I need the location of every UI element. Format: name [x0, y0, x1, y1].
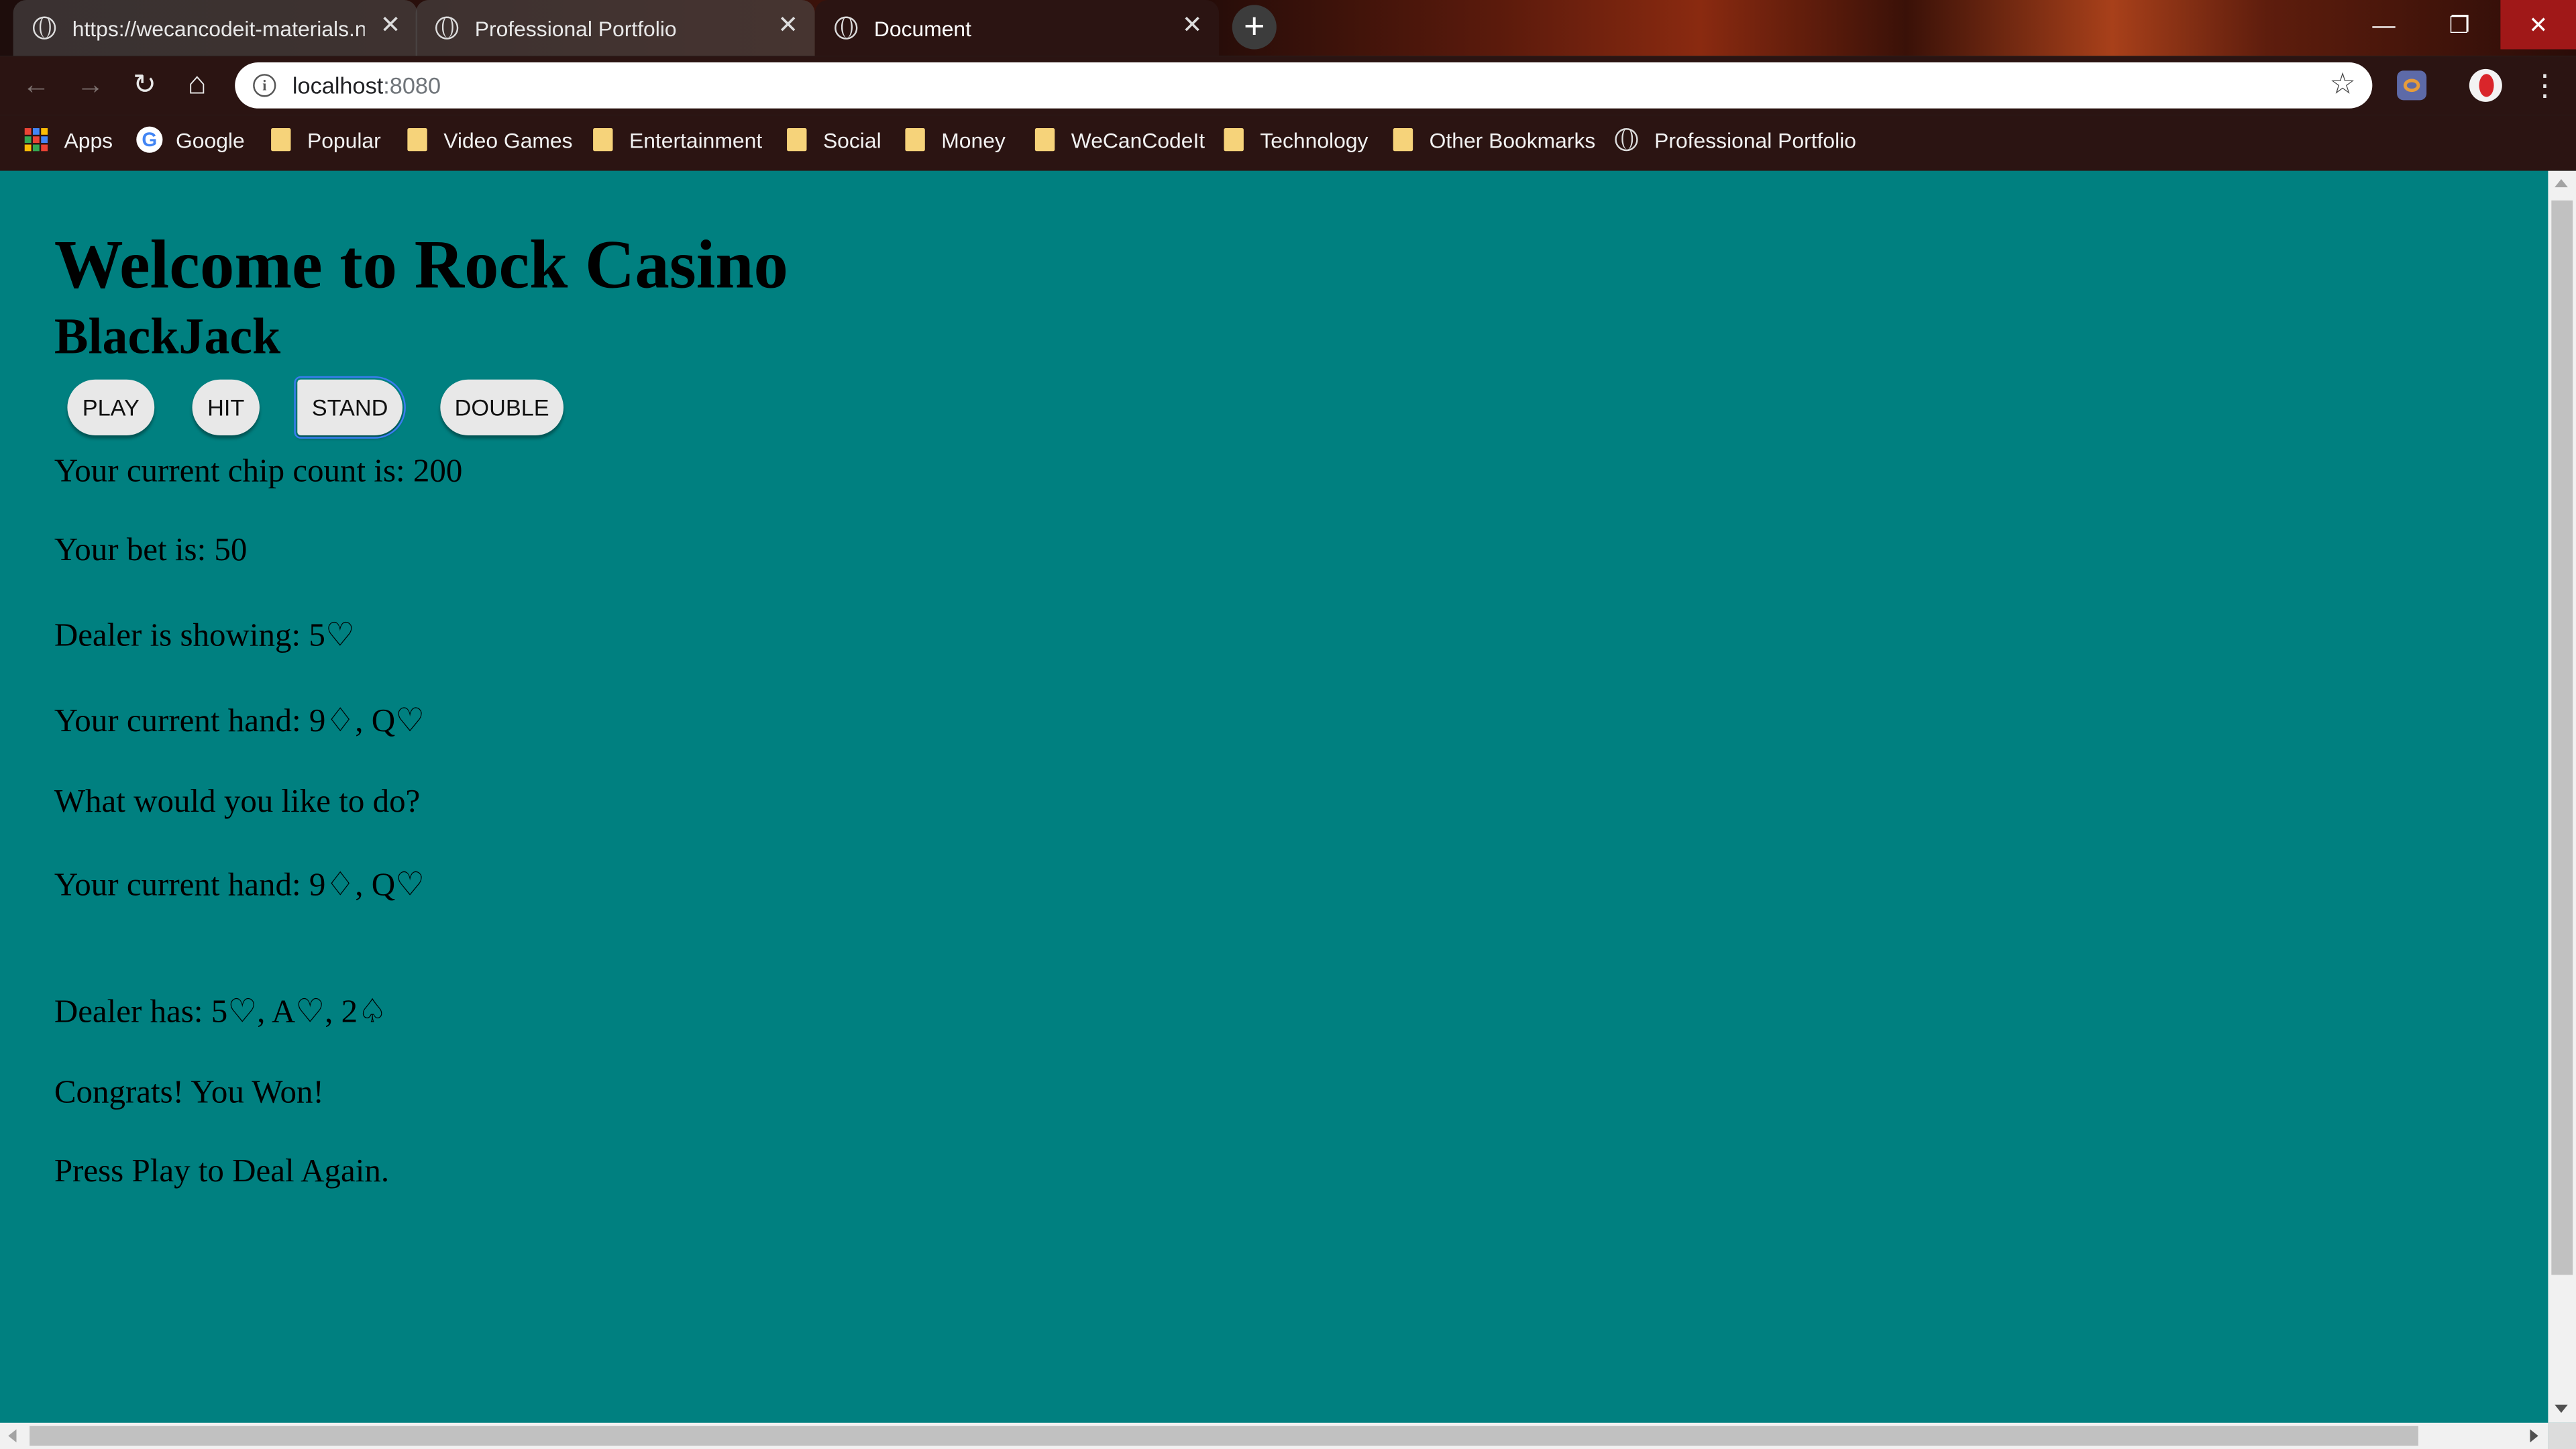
bookmark-apps[interactable]: Apps [24, 115, 113, 164]
game-title: BlackJack [54, 307, 281, 365]
folder-icon [787, 128, 807, 152]
tab-wecancodeit-materials[interactable]: https://wecancodeit-materials.ne ✕ [13, 0, 418, 56]
instruction-text: Press Play to Deal Again. [54, 1153, 390, 1190]
result-text: Congrats! You Won! [54, 1074, 324, 1111]
bookmark-technology[interactable]: Technology [1224, 115, 1368, 164]
play-button[interactable]: PLAY [67, 379, 155, 435]
browser-toolbar: ← → ↻ ⌂ i localhost:8080 ☆ ⋮ [0, 56, 2576, 115]
folder-icon [407, 128, 427, 152]
tab-professional-portfolio[interactable]: Professional Portfolio ✕ [415, 0, 815, 56]
bookmark-label: WeCanCodeIt [1071, 127, 1205, 152]
folder-icon [271, 128, 291, 152]
bookmark-social[interactable]: Social [787, 115, 881, 164]
current-hand-text: Your current hand: 9♢, Q♡ [54, 703, 425, 740]
menu-icon[interactable]: ⋮ [2530, 69, 2559, 102]
minimize-button[interactable]: — [2346, 0, 2422, 49]
url-host: localhost [292, 72, 384, 99]
bookmark-wecancodeit[interactable]: WeCanCodeIt [1034, 115, 1205, 164]
close-tab-icon[interactable]: ✕ [777, 12, 798, 40]
scroll-down-icon[interactable] [2555, 1404, 2568, 1413]
bookmark-label: Other Bookmarks [1429, 127, 1596, 152]
current-hand-text: Your current hand: 9♢, Q♡ [54, 867, 425, 904]
dealer-hand-text: Dealer has: 5♡, A♡, 2♤ [54, 994, 388, 1030]
tab-title: Document [873, 15, 971, 41]
address-url: localhost:8080 [292, 72, 441, 99]
profile-avatar[interactable] [2469, 68, 2502, 102]
folder-icon [593, 128, 613, 152]
folder-icon [1034, 128, 1055, 152]
extension-icon[interactable] [2397, 70, 2427, 101]
apps-grid-icon [24, 128, 48, 152]
bookmark-label: Apps [64, 127, 113, 152]
reload-icon[interactable]: ↻ [129, 70, 159, 100]
stand-button[interactable]: STAND [294, 376, 406, 439]
bookmark-google[interactable]: G Google [136, 115, 245, 164]
bookmark-label: Video Games [443, 127, 573, 152]
url-port: :8080 [383, 72, 441, 99]
close-tab-icon[interactable]: ✕ [1182, 12, 1203, 40]
globe-icon [835, 16, 858, 40]
scroll-right-icon[interactable] [2530, 1429, 2538, 1443]
bookmark-label: Google [176, 127, 245, 152]
chip-count-text: Your current chip count is: 200 [54, 453, 463, 490]
bookmark-label: Professional Portfolio [1654, 127, 1856, 152]
bookmark-label: Money [941, 127, 1006, 152]
google-icon: G [136, 126, 163, 153]
globe-icon [32, 16, 56, 40]
prompt-text: What would you like to do? [54, 784, 421, 820]
double-button[interactable]: DOUBLE [440, 379, 564, 435]
bookmark-video-games[interactable]: Video Games [407, 115, 573, 164]
forward-icon[interactable]: → [76, 70, 105, 100]
dealer-showing-text: Dealer is showing: 5♡ [54, 617, 355, 654]
folder-icon [1224, 128, 1244, 152]
new-tab-button[interactable]: + [1232, 5, 1277, 50]
tab-title: https://wecancodeit-materials.ne [72, 15, 365, 41]
browser-titlebar: https://wecancodeit-materials.ne ✕ Profe… [0, 0, 2576, 56]
bookmark-professional-portfolio[interactable]: Professional Portfolio [1615, 115, 1856, 164]
restore-button[interactable]: ❐ [2422, 0, 2498, 49]
scroll-left-icon[interactable] [8, 1429, 17, 1443]
page-title: Welcome to Rock Casino [54, 228, 789, 305]
folder-icon [905, 128, 925, 152]
globe-icon [1615, 128, 1638, 152]
info-icon[interactable]: i [253, 74, 276, 97]
close-window-button[interactable]: ✕ [2500, 0, 2576, 50]
bet-text: Your bet is: 50 [54, 532, 248, 569]
bookmark-star-icon[interactable]: ☆ [2329, 67, 2356, 101]
scroll-up-icon[interactable] [2555, 178, 2568, 188]
bookmark-money[interactable]: Money [905, 115, 1006, 164]
bookmark-label: Entertainment [629, 127, 763, 152]
bookmark-label: Technology [1260, 127, 1368, 152]
home-icon[interactable]: ⌂ [182, 69, 212, 101]
tab-document[interactable]: Document ✕ [814, 0, 1220, 56]
scrollbar-corner [2548, 1422, 2576, 1449]
page-content: Welcome to Rock Casino BlackJack PLAY HI… [0, 170, 2548, 1423]
vertical-scrollbar[interactable] [2548, 170, 2576, 1423]
bookmark-label: Social [822, 127, 881, 152]
address-bar[interactable]: i localhost:8080 ☆ [235, 62, 2373, 109]
vertical-scroll-thumb[interactable] [2551, 200, 2573, 1275]
folder-icon [1393, 128, 1413, 152]
horizontal-scrollbar[interactable] [0, 1422, 2548, 1449]
tab-title: Professional Portfolio [474, 15, 677, 41]
bookmark-other-bookmarks[interactable]: Other Bookmarks [1393, 115, 1596, 164]
bookmarks-bar: Apps G Google Popular Video Games Entert… [0, 115, 2576, 171]
bookmark-popular[interactable]: Popular [271, 115, 381, 164]
hit-button[interactable]: HIT [192, 379, 260, 435]
bookmark-entertainment[interactable]: Entertainment [593, 115, 762, 164]
close-tab-icon[interactable]: ✕ [380, 12, 401, 40]
back-icon[interactable]: ← [21, 70, 51, 100]
globe-icon [435, 16, 459, 40]
bookmark-label: Popular [307, 127, 381, 152]
horizontal-scroll-thumb[interactable] [30, 1426, 2418, 1446]
